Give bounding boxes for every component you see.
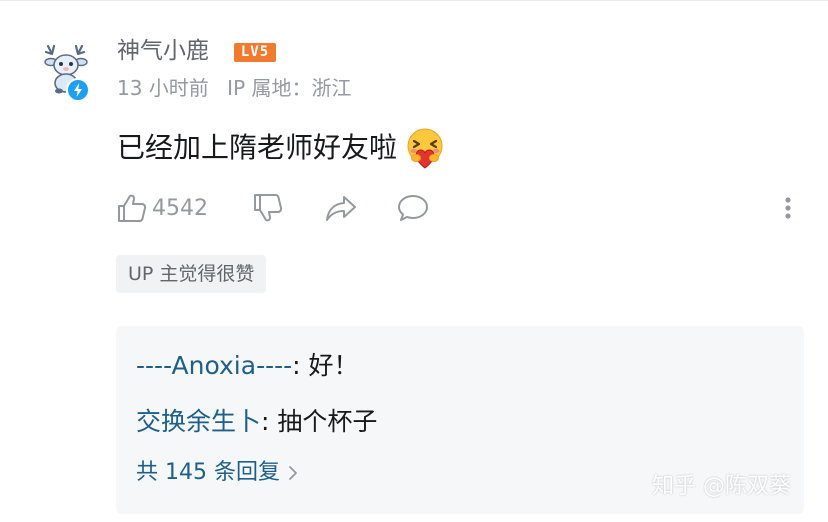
vertical-dots-icon — [785, 197, 791, 219]
verified-badge-icon — [66, 78, 90, 102]
username[interactable]: 神气小鹿 — [117, 34, 209, 68]
comment-text: 已经加上隋老师好友啦 — [117, 131, 398, 164]
chat-bubble-icon — [398, 195, 428, 221]
more-options-button[interactable] — [780, 186, 796, 230]
comment-meta: 13 小时前 IP 属地：浙江 — [117, 73, 352, 103]
level-badge: LV5 — [234, 43, 276, 62]
reply-author[interactable]: 交换余生卜 — [136, 407, 261, 436]
share-arrow-icon — [326, 196, 356, 221]
thumbs-down-icon — [254, 194, 283, 222]
reply-text: : 抽个杯子 — [261, 407, 378, 436]
comment-time: 13 小时前 — [117, 76, 209, 100]
like-button[interactable]: 4542 — [116, 186, 208, 230]
reply-text: : 好！ — [292, 351, 359, 380]
reply-item: ----Anoxia----: 好！ — [136, 347, 359, 385]
comment-actions: 4542 — [0, 186, 828, 230]
ip-location: IP 属地：浙江 — [227, 76, 352, 100]
reply-author[interactable]: ----Anoxia---- — [136, 351, 292, 380]
comment-body: 已经加上隋老师好友啦 — [117, 126, 447, 170]
top-divider — [0, 0, 828, 1]
thumbs-up-icon — [118, 194, 147, 222]
view-all-replies-link[interactable]: 共 145 条回复 — [136, 456, 298, 490]
share-button[interactable] — [324, 186, 358, 230]
reply-button[interactable] — [396, 186, 430, 230]
dislike-button[interactable] — [252, 186, 284, 230]
chevron-right-icon — [289, 466, 297, 480]
reply-count-label: 共 145 条回复 — [136, 460, 280, 485]
hug-heart-emoji-icon — [403, 126, 447, 170]
like-count: 4542 — [152, 195, 208, 221]
reply-item: 交换余生卜: 抽个杯子 — [136, 403, 377, 441]
watermark: 知乎 @陈双葵 — [652, 474, 791, 499]
up-liked-tag: UP 主觉得很赞 — [116, 255, 267, 293]
